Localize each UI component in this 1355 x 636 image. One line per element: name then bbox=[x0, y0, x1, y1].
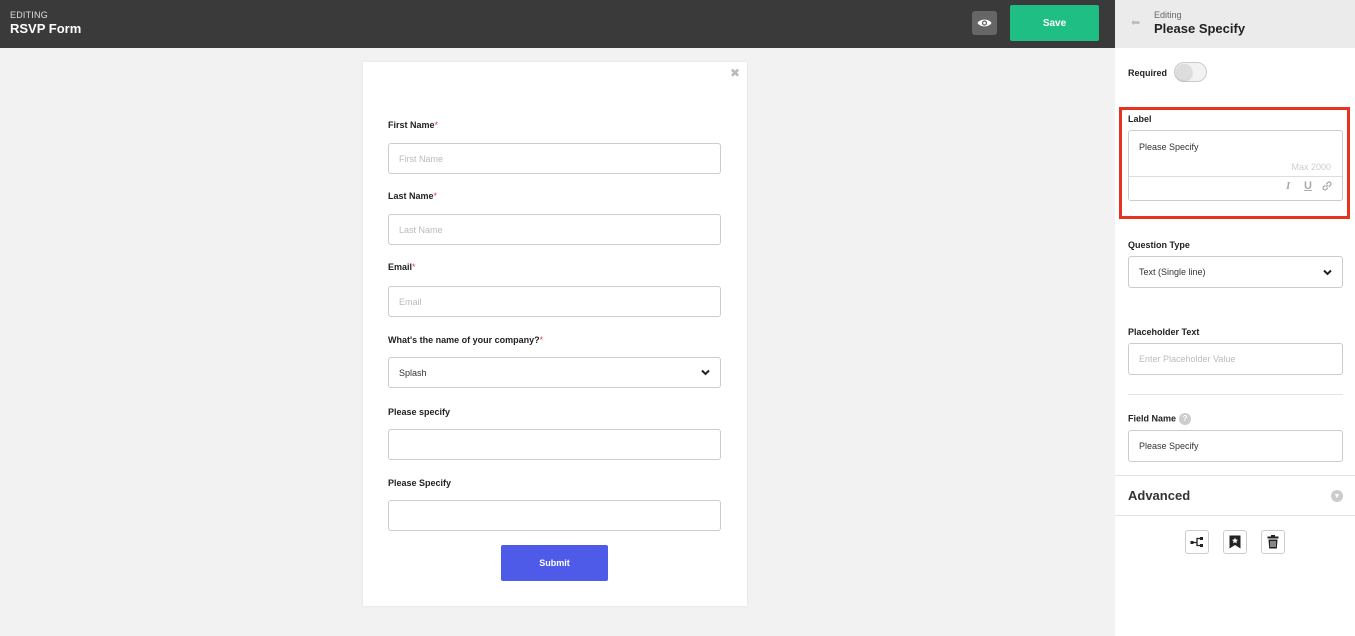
placeholder-heading: Placeholder Text bbox=[1128, 327, 1200, 337]
bookmark-button[interactable] bbox=[1223, 530, 1247, 554]
bookmark-star-icon bbox=[1229, 535, 1241, 549]
close-icon[interactable]: ✖ bbox=[730, 66, 740, 80]
submit-button[interactable]: Submit bbox=[501, 545, 608, 581]
placeholder-input[interactable]: Enter Placeholder Value bbox=[1128, 343, 1343, 375]
required-asterisk: * bbox=[434, 120, 439, 130]
eye-icon bbox=[977, 19, 992, 27]
panel-sub-label: Editing bbox=[1154, 10, 1182, 20]
question-type-heading: Question Type bbox=[1128, 240, 1190, 250]
logic-button[interactable] bbox=[1185, 530, 1209, 554]
form-title: RSVP Form bbox=[10, 21, 82, 36]
required-asterisk: * bbox=[412, 262, 416, 272]
last-name-input[interactable]: Last Name bbox=[388, 214, 721, 245]
chevron-down-icon bbox=[701, 369, 710, 376]
first-name-label: First Name* bbox=[388, 120, 439, 130]
chevron-down-icon[interactable]: ▼ bbox=[1331, 490, 1343, 502]
company-label: What's the name of your company?* bbox=[388, 335, 544, 345]
please-specify-2-input[interactable] bbox=[388, 500, 721, 531]
form-canvas: ✖ First Name* First Name Last Name* Last… bbox=[0, 48, 1115, 636]
please-specify-2-label: Please Specify bbox=[388, 478, 452, 488]
editing-label: EDITING bbox=[10, 10, 48, 20]
trash-icon bbox=[1267, 535, 1279, 549]
underline-icon[interactable]: U bbox=[1304, 180, 1312, 192]
label-heading: Label bbox=[1128, 114, 1152, 124]
preview-button[interactable] bbox=[972, 11, 997, 35]
required-label: Required bbox=[1128, 68, 1168, 78]
italic-icon[interactable]: I bbox=[1286, 180, 1290, 192]
save-button[interactable]: Save bbox=[1010, 5, 1099, 41]
toggle-knob bbox=[1176, 64, 1192, 80]
question-type-select[interactable]: Text (Single line) bbox=[1128, 256, 1343, 288]
first-name-input[interactable]: First Name bbox=[388, 143, 721, 174]
required-toggle[interactable] bbox=[1174, 62, 1207, 82]
field-name-heading: Field Name? bbox=[1128, 413, 1192, 425]
label-divider bbox=[1129, 176, 1342, 177]
link-icon[interactable] bbox=[1321, 180, 1333, 195]
form-card: ✖ First Name* First Name Last Name* Last… bbox=[363, 62, 747, 606]
panel-title: Please Specify bbox=[1154, 21, 1246, 36]
divider bbox=[1115, 475, 1355, 476]
top-bar: EDITING RSVP Form Save bbox=[0, 0, 1115, 48]
last-name-label: Last Name* bbox=[388, 191, 438, 201]
required-asterisk: * bbox=[539, 335, 544, 345]
help-icon[interactable]: ? bbox=[1179, 413, 1192, 425]
company-select[interactable]: Splash bbox=[388, 357, 721, 388]
email-label: Email* bbox=[388, 262, 416, 272]
chevron-down-icon bbox=[1323, 269, 1332, 275]
panel-header: ⬅ Editing Please Specify bbox=[1115, 0, 1355, 48]
label-textarea[interactable]: Please Specify Max 2000 I U bbox=[1128, 130, 1343, 201]
back-arrow-icon[interactable]: ⬅ bbox=[1131, 16, 1140, 29]
branch-logic-icon bbox=[1190, 537, 1203, 547]
label-max-count: Max 2000 bbox=[1291, 162, 1331, 172]
advanced-section-toggle[interactable]: Advanced bbox=[1128, 488, 1190, 503]
field-name-input[interactable]: Please Specify bbox=[1128, 430, 1343, 462]
email-input[interactable]: Email bbox=[388, 286, 721, 317]
please-specify-label: Please specify bbox=[388, 407, 451, 417]
divider bbox=[1115, 515, 1355, 516]
field-settings-panel: ⬅ Editing Please Specify Required Label … bbox=[1115, 0, 1355, 636]
divider bbox=[1128, 394, 1343, 395]
required-asterisk: * bbox=[433, 191, 438, 201]
label-value: Please Specify bbox=[1139, 142, 1199, 152]
delete-button[interactable] bbox=[1261, 530, 1285, 554]
please-specify-input[interactable] bbox=[388, 429, 721, 460]
